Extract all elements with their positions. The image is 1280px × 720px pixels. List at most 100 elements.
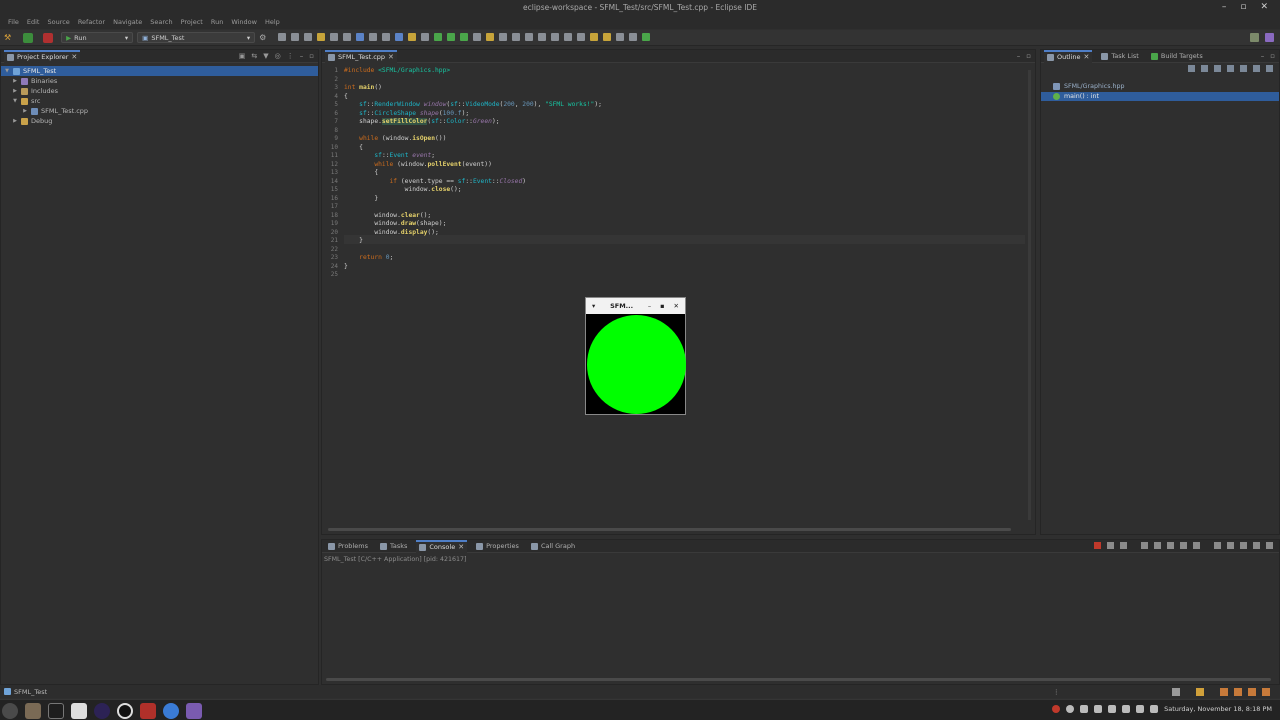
save-all-icon[interactable] bbox=[304, 33, 312, 41]
collapsed-chevron-icon[interactable]: ▶ bbox=[12, 88, 18, 94]
scroll-lock-icon[interactable] bbox=[1154, 542, 1161, 549]
battery-icon[interactable] bbox=[1122, 705, 1131, 713]
view-menu-icon[interactable] bbox=[1266, 65, 1273, 72]
maximize-icon[interactable]: ▫ bbox=[1240, 2, 1246, 12]
gear-icon[interactable]: ⚙ bbox=[259, 33, 266, 42]
sort-icon[interactable] bbox=[1188, 65, 1195, 72]
minimize-icon[interactable]: – bbox=[1261, 52, 1265, 60]
launch-mode-select[interactable]: ▶ Run ▾ bbox=[61, 32, 134, 43]
console-icon[interactable] bbox=[382, 33, 390, 41]
collapsed-chevron-icon[interactable]: ▶ bbox=[22, 108, 28, 114]
browser-icon[interactable] bbox=[163, 703, 179, 719]
tree-item-binaries[interactable]: ▶ Binaries bbox=[1, 76, 318, 86]
tree-item-includes[interactable]: ▶ Includes bbox=[1, 86, 318, 96]
code-area[interactable]: #include <SFML/Graphics.hpp> int main() … bbox=[344, 65, 1025, 522]
terminate-icon[interactable] bbox=[1094, 542, 1101, 549]
maximize-icon[interactable]: ▪ bbox=[660, 302, 664, 310]
console-horizontal-scrollbar[interactable] bbox=[326, 678, 1271, 681]
network-manager-icon[interactable] bbox=[1136, 705, 1145, 713]
bluetooth-icon[interactable] bbox=[1052, 705, 1061, 713]
outline-item-main[interactable]: main() : int bbox=[1041, 92, 1279, 101]
maximize-icon[interactable] bbox=[1266, 542, 1273, 549]
tool-icon[interactable] bbox=[1234, 687, 1242, 696]
sync-icon[interactable] bbox=[1094, 705, 1103, 713]
block-icon[interactable] bbox=[538, 33, 546, 41]
expanded-chevron-icon[interactable]: ▼ bbox=[12, 98, 18, 104]
annotation-icon[interactable] bbox=[525, 33, 533, 41]
close-icon[interactable]: ✕ bbox=[1084, 53, 1090, 61]
steam-icon[interactable] bbox=[1066, 705, 1075, 713]
edit-icon[interactable] bbox=[577, 33, 585, 41]
tab-outline[interactable]: Outline ✕ bbox=[1044, 49, 1093, 63]
minimize-icon[interactable]: – bbox=[1017, 52, 1021, 60]
maximize-icon[interactable]: ▫ bbox=[309, 52, 314, 60]
hide-macros-icon[interactable] bbox=[1240, 65, 1247, 72]
filter-icon[interactable]: ▼ bbox=[263, 52, 268, 60]
new-project-icon[interactable] bbox=[395, 33, 403, 41]
tab-call-graph[interactable]: Call Graph bbox=[528, 540, 578, 553]
menu-refactor[interactable]: Refactor bbox=[74, 17, 109, 29]
launch-config-select[interactable]: ▣ SFML_Test ▾ bbox=[137, 32, 256, 43]
tool-icon[interactable] bbox=[1262, 687, 1270, 696]
status-menu-icon[interactable]: ⋮ bbox=[1053, 688, 1060, 696]
remove-launch-icon[interactable] bbox=[1107, 542, 1114, 549]
debug-run-icon[interactable] bbox=[434, 33, 442, 41]
tab-task-list[interactable]: Task List bbox=[1098, 50, 1141, 63]
new-icon[interactable] bbox=[278, 33, 286, 41]
navigate-icon[interactable] bbox=[629, 33, 637, 41]
menu-run[interactable]: Run bbox=[207, 17, 227, 29]
menu-window[interactable]: Window bbox=[227, 17, 261, 29]
minimize-icon[interactable]: – bbox=[648, 302, 651, 310]
show-on-output-icon[interactable] bbox=[1180, 542, 1187, 549]
focus-icon[interactable]: ◎ bbox=[275, 52, 281, 60]
heap-icon[interactable] bbox=[1172, 687, 1180, 696]
collapsed-chevron-icon[interactable]: ▶ bbox=[12, 78, 18, 84]
text-editor-icon[interactable] bbox=[71, 703, 87, 719]
display-console-icon[interactable] bbox=[1214, 542, 1221, 549]
clock[interactable]: Saturday, November 18, 8:18 PM bbox=[1164, 705, 1272, 713]
app-menu-icon[interactable] bbox=[2, 703, 18, 719]
open-type-icon[interactable] bbox=[499, 33, 507, 41]
clear-console-icon[interactable] bbox=[1141, 542, 1148, 549]
tab-tasks[interactable]: Tasks bbox=[377, 540, 410, 553]
tab-editor-file[interactable]: SFML_Test.cpp ✕ bbox=[325, 49, 397, 63]
close-icon[interactable]: ✕ bbox=[1260, 2, 1268, 12]
eclipse-icon[interactable] bbox=[94, 703, 110, 719]
menu-project[interactable]: Project bbox=[177, 17, 207, 29]
open-console-icon[interactable] bbox=[1227, 542, 1234, 549]
tree-item-project[interactable]: ▼ SFML_Test bbox=[1, 66, 318, 76]
tree-item-src[interactable]: ▼ src bbox=[1, 96, 318, 106]
new-header-icon[interactable] bbox=[421, 33, 429, 41]
word-wrap-icon[interactable] bbox=[1167, 542, 1174, 549]
print-icon[interactable] bbox=[343, 33, 351, 41]
terminal-icon[interactable] bbox=[48, 703, 64, 719]
editor-vertical-scrollbar[interactable] bbox=[1028, 70, 1031, 520]
close-icon[interactable]: ✕ bbox=[458, 543, 464, 551]
menu-source[interactable]: Source bbox=[43, 17, 73, 29]
pin-icon[interactable] bbox=[551, 33, 559, 41]
pin-console-icon[interactable] bbox=[1193, 542, 1200, 549]
forward-icon[interactable] bbox=[603, 33, 611, 41]
build-config-icon[interactable] bbox=[330, 33, 338, 41]
menu-edit[interactable]: Edit bbox=[23, 17, 44, 29]
debug-icon[interactable] bbox=[356, 33, 364, 41]
link-editor-icon[interactable] bbox=[1253, 65, 1260, 72]
run-last-icon[interactable] bbox=[447, 33, 455, 41]
coverage-icon[interactable] bbox=[460, 33, 468, 41]
display-icon[interactable] bbox=[1108, 705, 1117, 713]
close-icon[interactable]: ✕ bbox=[388, 53, 394, 61]
update-icon[interactable] bbox=[1196, 687, 1204, 696]
profile-icon[interactable] bbox=[473, 33, 481, 41]
obs-icon[interactable] bbox=[117, 703, 133, 719]
tree-item-debug[interactable]: ▶ Debug bbox=[1, 116, 318, 126]
search-icon[interactable] bbox=[486, 33, 494, 41]
menu-navigate[interactable]: Navigate bbox=[109, 17, 146, 29]
perspective-debug-icon[interactable] bbox=[1265, 33, 1274, 42]
next-icon[interactable] bbox=[369, 33, 377, 41]
minimize-icon[interactable]: – bbox=[300, 52, 304, 60]
maximize-icon[interactable]: ▫ bbox=[1026, 52, 1031, 60]
format-icon[interactable] bbox=[564, 33, 572, 41]
tab-build-targets[interactable]: Build Targets bbox=[1148, 50, 1206, 63]
file-manager-icon[interactable] bbox=[25, 703, 41, 719]
menu-help[interactable]: Help bbox=[261, 17, 284, 29]
